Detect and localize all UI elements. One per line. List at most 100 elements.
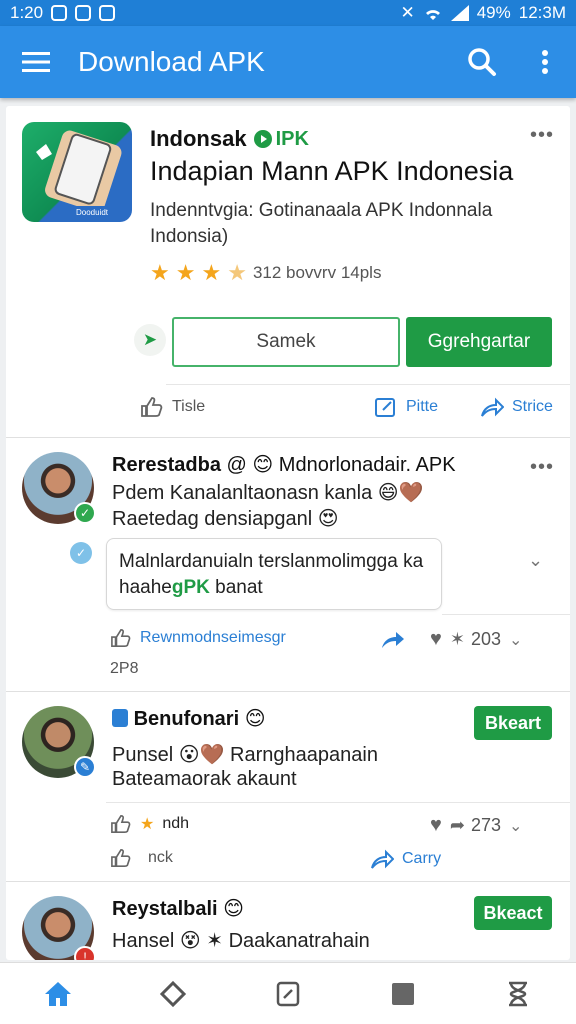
apk-badge: IPK [253, 128, 309, 151]
like-action[interactable]: Tisle [140, 396, 205, 418]
battery-text: 49% [476, 3, 511, 22]
post-line-text: Hansel [112, 930, 175, 952]
post-text-line: Raetedag densiapganl 😍 [112, 506, 339, 531]
nav-history[interactable] [488, 969, 548, 1019]
thumbs-up-icon [111, 628, 131, 647]
post-header: Rerestadba @ 😊 Mdnorlonadair. APK [112, 452, 456, 477]
reaction-count: ✶ 203 [450, 629, 501, 650]
post-more-button[interactable]: ••• [530, 456, 554, 479]
post-text-line: Bateamaorak akaunt [112, 768, 297, 790]
heart-icon[interactable]: ♥ [430, 628, 442, 651]
comment-bubble[interactable]: Malnlardanuialn terslanmolimgga ka haahe… [106, 538, 442, 610]
secondary-label: nck [148, 849, 173, 866]
share-action[interactable]: Strice [480, 396, 553, 418]
star-icon: ✶ [449, 629, 465, 649]
overflow-menu-button[interactable] [530, 42, 560, 82]
app-card-more-button[interactable]: ••• [530, 124, 554, 147]
play-badge-icon [253, 130, 272, 148]
smile-emoji-icon: 😊 [252, 454, 274, 476]
reply-action[interactable]: Rewnmodnseimesgr [110, 628, 286, 648]
edit-icon [375, 398, 395, 417]
app-bar-title: Download APK [78, 46, 265, 77]
heart-icon[interactable]: ♥ [430, 814, 442, 837]
forward-button[interactable] [380, 628, 406, 650]
forward-arrow-icon [382, 632, 404, 648]
diamond-icon [159, 980, 186, 1007]
divider [442, 614, 570, 615]
rating: ★ ★ ★ ★ 312 bovvrv 14pls [150, 262, 381, 284]
app-phone-icon: Dooduidt [36, 130, 124, 217]
chevron-down-icon[interactable]: ⌄ [528, 550, 543, 571]
menu-button[interactable] [0, 26, 72, 98]
app-icon[interactable]: Dooduidt [22, 122, 132, 222]
pin-icon[interactable]: ➤ [134, 324, 166, 356]
divider [106, 802, 570, 803]
app-name: Indonsak IPK [150, 126, 309, 152]
post-line-text: Pdem Kanalanltaonasn kanla [112, 482, 373, 504]
follow-button[interactable]: Bkeart [474, 706, 552, 740]
sub-count: 2P8 [110, 660, 139, 677]
post-header: Reystalbali 😊 [112, 896, 244, 921]
share-arrow-icon [481, 397, 504, 417]
mute-icon: ✕ [400, 3, 415, 22]
post-text-line: Pdem Kanalanltaonasn kanla 😄🤎 [112, 480, 424, 505]
star-icon: ★ [140, 816, 155, 833]
smile-emoji-icon: 😊 [223, 898, 245, 920]
wifi-icon [425, 10, 440, 20]
install-button[interactable]: Ggrehgartar [406, 317, 552, 367]
feed: Dooduidt Indonsak IPK ••• Indapian Mann … [6, 106, 570, 960]
star-half-icon: ★ [227, 260, 247, 285]
post-username[interactable]: Rerestadba [112, 454, 221, 476]
post-username[interactable]: Benufonari [134, 708, 240, 730]
avatar[interactable]: ✎ [22, 706, 96, 778]
apk-badge-label: IPK [275, 127, 309, 150]
avatar[interactable]: ✓ [22, 452, 96, 524]
follow-button[interactable]: Bkeact [474, 896, 552, 930]
app-badge-icon [112, 709, 128, 727]
status-time: 12:3M [518, 3, 566, 22]
svg-text:Dooduidt: Dooduidt [76, 208, 109, 217]
post-reactions: ♥ ✶ 203 ⌄ [430, 628, 522, 651]
post-line-text: Raetedag densiapganl [112, 508, 313, 530]
bubble-line-2: haahegPK banat [119, 575, 429, 601]
star-icon: ★ [201, 260, 222, 285]
emoji-icon: 😮🤎 [178, 744, 225, 766]
post-username[interactable]: Reystalbali [112, 898, 218, 920]
divider [166, 384, 570, 385]
react-action[interactable]: ★ ndh [110, 814, 189, 834]
nav-home[interactable] [28, 969, 88, 1019]
print-action[interactable]: Pitte [374, 396, 438, 418]
bottom-navigation [0, 962, 576, 1024]
secondary-action[interactable]: nck [110, 848, 173, 868]
app-bar: Download APK [0, 26, 576, 98]
signal-icon [450, 5, 469, 21]
copy-action[interactable]: Carry [370, 848, 441, 870]
edit-badge-icon: ✎ [74, 756, 96, 778]
square-icon [392, 982, 415, 1005]
smile-emoji-icon: 😊 [244, 708, 266, 730]
chevron-down-icon[interactable]: ⌄ [509, 630, 522, 650]
search-button[interactable] [462, 42, 502, 82]
nav-updates[interactable] [258, 969, 318, 1019]
post-line-text-rest: Rarnghaapanain [230, 744, 378, 766]
search-icon [468, 48, 496, 76]
thumbs-up-icon [141, 397, 163, 417]
avatar[interactable]: ! [22, 896, 96, 960]
star-icon: ★ [150, 260, 170, 285]
post-text-line: Hansel 😵 ✶ Daakanatrahain [112, 928, 370, 953]
react-label: ndh [162, 815, 190, 832]
share-arrow-icon [371, 849, 394, 869]
post-card: ✓ Rerestadba @ 😊 Mdnorlonadair. APK ••• … [6, 438, 570, 692]
secondary-button[interactable]: Samek [172, 317, 400, 367]
nav-explore[interactable] [143, 969, 203, 1019]
verified-badge-icon: ✓ [74, 502, 96, 524]
nav-library[interactable] [373, 969, 433, 1019]
chevron-down-icon[interactable]: ⌄ [509, 816, 522, 836]
emoji-icon: 😄🤎 [377, 482, 424, 504]
bubble-highlight: gPK [171, 577, 210, 598]
share-count: ➦ 273 [450, 815, 501, 836]
share-arrow-icon: ➦ [449, 815, 465, 835]
thumbs-up-icon [111, 848, 131, 867]
emoji-icon: 😵 ✶ [179, 930, 223, 952]
count-value: 203 [470, 629, 502, 649]
